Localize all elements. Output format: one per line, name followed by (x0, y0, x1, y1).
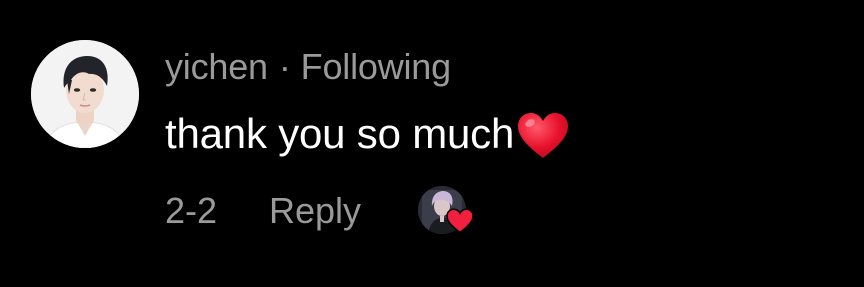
comment-body: thank you so much (165, 107, 570, 161)
comment-header: yichen · Following (165, 44, 451, 90)
creator-liked-heart-icon (446, 208, 474, 234)
comment-text: thank you so much (165, 110, 515, 157)
comment-footer: 2-2 Reply (165, 188, 361, 234)
username[interactable]: yichen (165, 46, 268, 88)
creator-liked-badge (418, 186, 474, 236)
avatar-portrait (31, 40, 139, 148)
reply-button[interactable]: Reply (269, 190, 361, 232)
comment-date: 2-2 (165, 190, 218, 231)
comment-item: yichen · Following thank you so much 2-2… (0, 0, 864, 287)
red-heart-emoji-icon (516, 111, 570, 161)
separator-dot: · (278, 46, 291, 87)
user-avatar[interactable] (31, 40, 139, 148)
following-label: Following (300, 46, 451, 87)
